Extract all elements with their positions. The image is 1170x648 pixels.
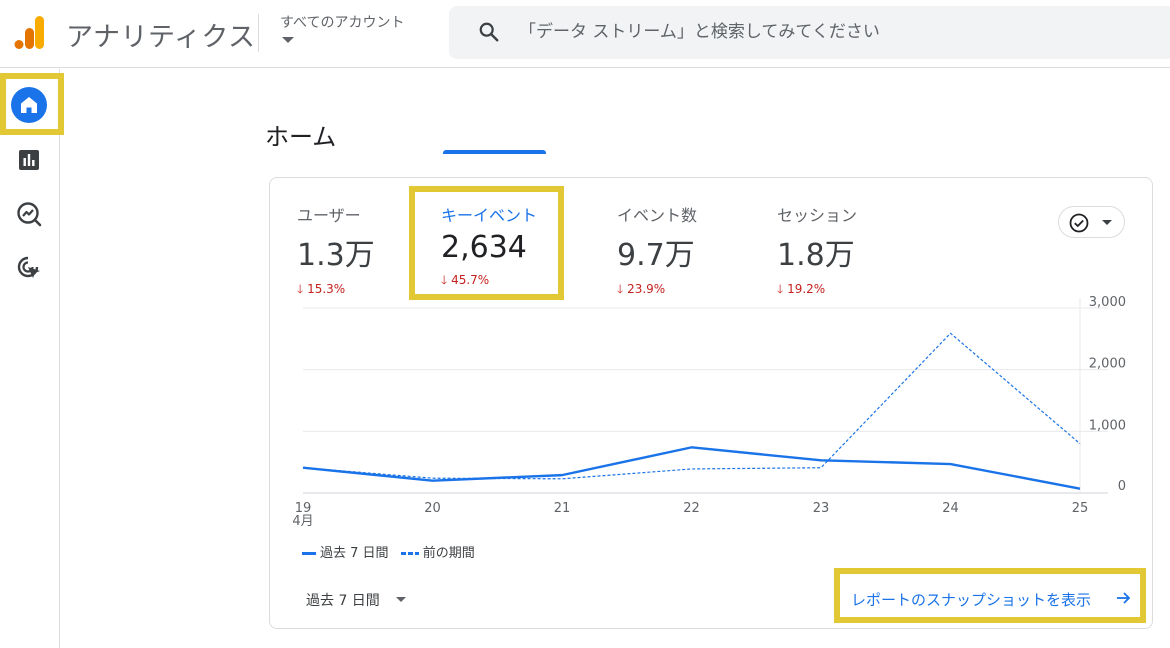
- metric-tab-event-count[interactable]: イベント数 9.7万 🡓 23.9%: [617, 202, 697, 301]
- legend-label: 過去 7 日間: [320, 546, 389, 561]
- metric-label: セッション: [777, 206, 858, 225]
- target-cursor-icon[interactable]: [16, 255, 42, 281]
- app-title: アナリティクス: [66, 22, 256, 53]
- legend-item-current: 過去 7 日間: [302, 542, 389, 561]
- metric-value: 1.3万: [297, 238, 375, 273]
- x-tick-label: 20: [424, 501, 441, 516]
- search-icon: [479, 22, 499, 42]
- y-tick-label: 0: [1118, 479, 1126, 494]
- search-bar[interactable]: [449, 6, 1170, 59]
- bar-chart-icon[interactable]: [16, 147, 42, 173]
- y-tick-label: 1,000: [1089, 418, 1126, 433]
- check-circle-icon: [1069, 213, 1089, 233]
- metric-tab-users[interactable]: ユーザー 1.3万 🡓 15.3%: [297, 202, 375, 301]
- legend-item-previous: 前の期間: [400, 542, 475, 561]
- chart-legend: 過去 7 日間 前の期間: [302, 542, 483, 561]
- x-tick-label: 23: [813, 501, 830, 516]
- x-tick-label: 24: [942, 501, 959, 516]
- x-tick-label: 21: [554, 501, 571, 516]
- legend-swatch-solid: [302, 552, 316, 555]
- home-nav-button[interactable]: [11, 87, 47, 123]
- date-range-selector[interactable]: 過去 7 日間: [306, 590, 380, 610]
- metric-value: 1.8万: [777, 238, 855, 273]
- account-selector-label[interactable]: すべてのアカウント: [280, 12, 404, 32]
- x-tick-label: 22: [683, 501, 700, 516]
- metric-value: 9.7万: [617, 238, 695, 273]
- comparison-toggle-button[interactable]: [1058, 206, 1125, 238]
- metric-label: ユーザー: [297, 206, 361, 225]
- chevron-down-icon: [1102, 220, 1112, 225]
- arrow-right-icon[interactable]: [1114, 589, 1132, 607]
- account-dropdown-caret-icon[interactable]: [282, 37, 294, 43]
- chevron-down-icon[interactable]: [396, 597, 406, 602]
- x-tick-sublabel: 4月: [292, 514, 313, 529]
- view-report-snapshot-link[interactable]: レポートのスナップショットを表示: [851, 589, 1091, 610]
- top-app-bar: アナリティクス すべてのアカウント: [0, 0, 1170, 68]
- key-events-highlight-box: [409, 186, 564, 300]
- home-icon: [21, 97, 37, 113]
- header-divider: [258, 14, 259, 52]
- search-input[interactable]: [519, 12, 1139, 52]
- page-title: ホーム: [265, 123, 337, 151]
- analytics-logo-icon[interactable]: [14, 16, 46, 50]
- x-tick-label: 25: [1072, 501, 1089, 516]
- series-line-previous-period: [302, 332, 1081, 480]
- line-chart: 3,0002,0001,000019 20 21 22 23 24 254月: [292, 295, 1126, 529]
- metric-tab-sessions[interactable]: セッション 1.8万 🡓 19.2%: [777, 202, 857, 301]
- active-metric-indicator: [443, 150, 546, 154]
- legend-swatch-dashed: [400, 552, 419, 555]
- metric-label: イベント数: [617, 206, 698, 225]
- left-nav-rail: [0, 69, 64, 648]
- y-tick-label: 2,000: [1089, 357, 1126, 372]
- explore-icon[interactable]: [16, 201, 42, 227]
- y-tick-label: 3,000: [1089, 295, 1126, 310]
- series-line-current-period: [302, 446, 1081, 490]
- legend-label: 前の期間: [422, 546, 475, 561]
